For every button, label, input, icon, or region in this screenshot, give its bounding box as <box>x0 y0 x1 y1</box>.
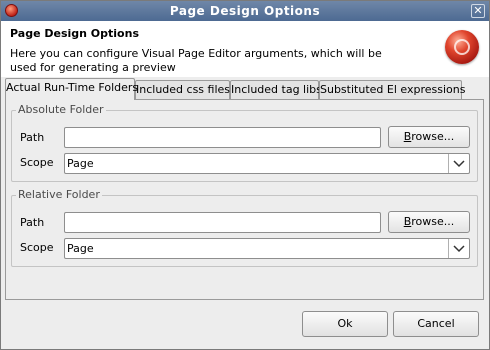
tab-label: Included tag libs <box>231 83 322 96</box>
absolute-path-input[interactable] <box>64 127 381 148</box>
tab-included-tag-libs[interactable]: Included tag libs <box>230 80 322 99</box>
relative-folder-group: Relative Folder Path Browse... Scope Pag… <box>11 188 478 267</box>
header-title: Page Design Options <box>10 27 139 40</box>
cancel-button[interactable]: Cancel <box>393 311 479 337</box>
scope-label: Scope <box>20 241 54 254</box>
scope-value: Page <box>67 157 94 170</box>
relative-browse-button[interactable]: Browse... <box>388 211 470 233</box>
tab-label: Actual Run-Time Folders <box>6 81 139 94</box>
title-bar[interactable]: Page Design Options ✕ <box>1 1 489 21</box>
tab-actual-run-time-folders[interactable]: Actual Run-Time Folders <box>5 78 139 100</box>
absolute-folder-group: Absolute Folder Path Browse... Scope Pag… <box>11 103 478 182</box>
close-icon: ✕ <box>473 4 483 17</box>
tab-label: Included css files <box>136 83 231 96</box>
window-title: Page Design Options <box>169 4 321 18</box>
group-label: Absolute Folder <box>16 103 106 116</box>
tab-label: Substituted El expressions <box>320 83 466 96</box>
scope-label: Scope <box>20 156 54 169</box>
path-label: Path <box>20 131 45 144</box>
dialog-header: Page Design Options Here you can configu… <box>1 21 489 77</box>
absolute-browse-button[interactable]: Browse... <box>388 126 470 148</box>
header-description: Here you can configure Visual Page Edito… <box>10 47 382 74</box>
relative-scope-select[interactable]: Page <box>64 238 470 259</box>
tab-panel: Absolute Folder Path Browse... Scope Pag… <box>5 99 484 300</box>
ok-label: Ok <box>337 317 353 330</box>
absolute-scope-select[interactable]: Page <box>64 153 470 174</box>
editor-logo-icon <box>445 30 479 64</box>
browse-label: rowse... <box>411 215 455 228</box>
tab-included-css-files[interactable]: Included css files <box>135 80 230 99</box>
chevron-down-icon[interactable] <box>448 154 469 173</box>
browse-label: rowse... <box>411 130 455 143</box>
close-button[interactable]: ✕ <box>471 4 485 18</box>
tab-substituted-el-expressions[interactable]: Substituted El expressions <box>319 80 466 99</box>
group-label: Relative Folder <box>16 188 102 201</box>
dialog-window: Page Design Options ✕ Page Design Option… <box>0 0 490 350</box>
chevron-down-icon[interactable] <box>448 239 469 258</box>
cancel-label: Cancel <box>417 317 455 330</box>
relative-path-input[interactable] <box>64 212 381 233</box>
ok-button[interactable]: Ok <box>302 311 388 337</box>
scope-value: Page <box>67 242 94 255</box>
path-label: Path <box>20 216 45 229</box>
